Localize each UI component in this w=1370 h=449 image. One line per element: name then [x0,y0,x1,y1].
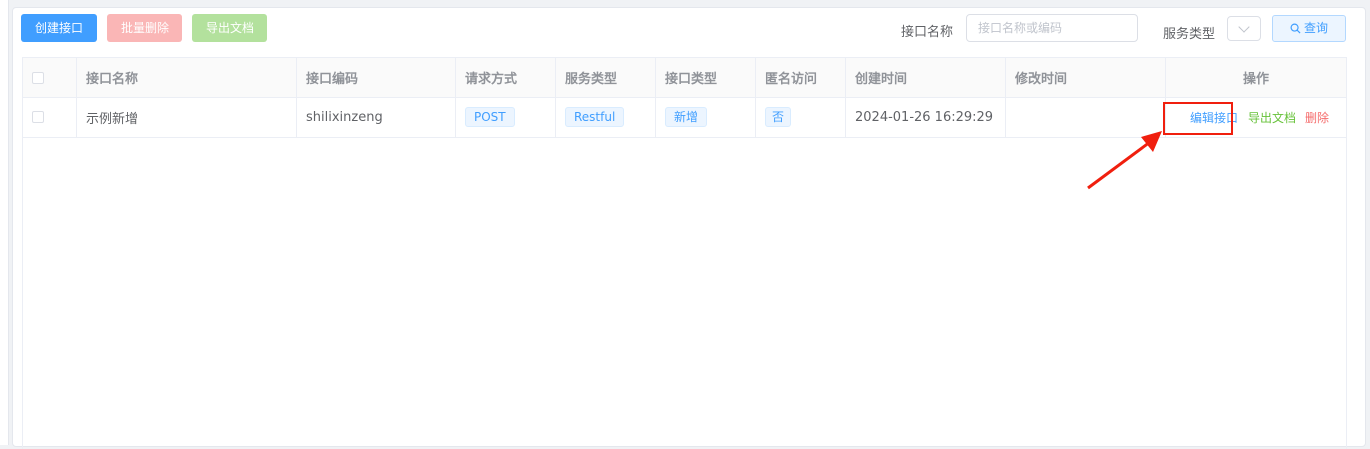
interface-list-panel: 创建接口 批量删除 导出文档 接口名称 服务类型 查询 接口名称 接口编码 请求… [12,7,1366,449]
annotation-highlight-box [1163,102,1233,135]
cell-created: 2024-01-26 16:29:29 [846,97,1006,137]
query-button[interactable]: 查询 [1272,15,1346,42]
header-actions: 操作 [1242,72,1269,87]
search-icon [1290,23,1301,34]
anonymous-tag: 否 [765,107,792,127]
row-select-cell [23,97,77,137]
row-checkbox[interactable] [32,111,44,123]
header-created: 创建时间 [846,58,1006,97]
cell-service-type: Restful [556,97,656,137]
delete-link[interactable]: 删除 [1305,109,1329,126]
header-name: 接口名称 [77,58,297,97]
cell-name: 示例新增 [77,97,297,137]
query-button-label: 查询 [1303,21,1328,35]
toolbar: 创建接口 批量删除 导出文档 接口名称 服务类型 查询 [13,8,1365,48]
filter-name-input[interactable] [967,15,1137,41]
cell-code: shilixinzeng [297,97,456,137]
left-panel-edge [0,0,9,445]
chevron-down-icon [1238,21,1250,33]
cell-anonymous: 否 [756,97,846,137]
method-tag: POST [465,107,515,127]
interface-table: 接口名称 接口编码 请求方式 服务类型 接口类型 匿名访问 创建时间 修改时间 … [22,57,1347,449]
header-modified: 修改时间 [1006,58,1166,97]
filter-service-label: 服务类型 [1163,27,1216,42]
export-doc-button[interactable]: 导出文档 [192,14,267,42]
interface-type-tag: 新增 [665,107,708,127]
service-type-select[interactable] [1227,16,1261,41]
annotation-arrow-icon [1087,131,1162,190]
export-doc-link[interactable]: 导出文档 [1248,109,1296,126]
header-select-all [23,58,77,97]
filter-name-field[interactable] [966,14,1138,42]
header-code: 接口编码 [297,58,456,97]
header-service-type: 服务类型 [556,58,656,97]
cell-method: POST [456,97,556,137]
cell-interface-type: 新增 [656,97,756,137]
header-interface-type: 接口类型 [656,58,756,97]
select-all-checkbox[interactable] [32,71,44,84]
create-interface-button[interactable]: 创建接口 [21,14,97,42]
service-type-tag: Restful [565,107,625,127]
batch-delete-button[interactable]: 批量删除 [107,14,182,42]
header-anonymous: 匿名访问 [756,58,846,97]
filter-name-label: 接口名称 [901,25,954,40]
header-method: 请求方式 [456,58,556,97]
table-header-row: 接口名称 接口编码 请求方式 服务类型 接口类型 匿名访问 创建时间 修改时间 … [23,58,1346,98]
